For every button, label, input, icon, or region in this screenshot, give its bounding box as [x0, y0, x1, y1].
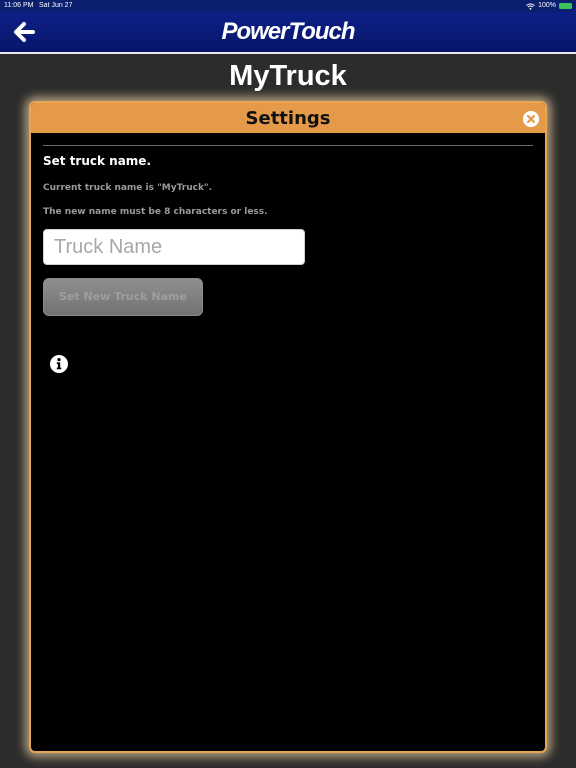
nav-bar: PowerTouch [0, 12, 576, 54]
settings-dialog: Settings Set truck name. Current truck n… [29, 101, 547, 753]
status-time: 11:06 PM [4, 2, 34, 9]
brand-logo: PowerTouch [221, 18, 355, 45]
dialog-header: Settings [31, 103, 545, 133]
status-date: Sat Jun 27 [39, 2, 73, 9]
battery-percent: 100% [538, 2, 556, 9]
dialog-title: Settings [245, 108, 331, 129]
current-name-text: Current truck name is "MyTruck". [43, 183, 213, 193]
wifi-icon [526, 2, 535, 10]
truck-name-input[interactable] [43, 229, 305, 265]
divider [43, 145, 533, 146]
set-new-truck-name-button[interactable]: Set New Truck Name [43, 278, 203, 316]
status-indicators: 100% [526, 0, 572, 12]
info-button[interactable] [50, 355, 68, 373]
app-screen: 11:06 PM Sat Jun 27 100% PowerTouch MyTr… [0, 0, 576, 768]
status-bar: 11:06 PM Sat Jun 27 100% [0, 0, 576, 12]
battery-icon [559, 3, 572, 9]
page-title: MyTruck [229, 60, 347, 92]
info-icon [50, 355, 68, 373]
close-button[interactable] [523, 111, 539, 127]
close-circle-icon [523, 111, 539, 127]
name-rule-text: The new name must be 8 characters or les… [43, 207, 268, 217]
section-heading: Set truck name. [43, 154, 152, 168]
